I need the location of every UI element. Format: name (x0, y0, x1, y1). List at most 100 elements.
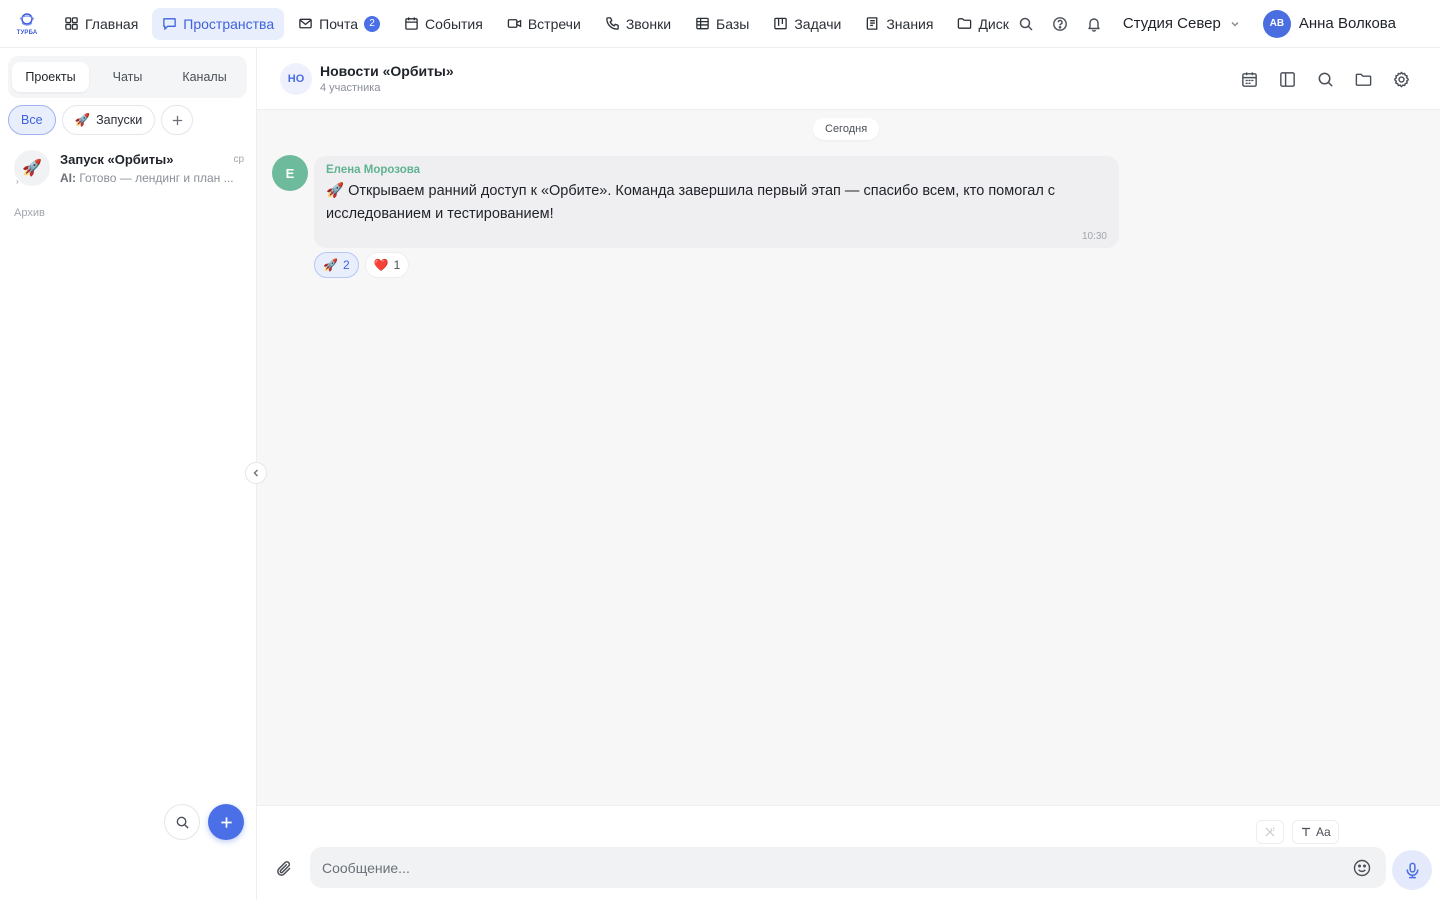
search-icon (1318, 72, 1333, 87)
filter-chips: Все 🚀 Запуски (8, 105, 194, 135)
user-menu[interactable]: АВ Анна Волкова (1262, 9, 1396, 38)
app-logo[interactable]: ТУРБА (0, 0, 54, 48)
smile-icon (1353, 859, 1371, 876)
chat-list-item[interactable]: 🚀 › Запуск «Орбиты» ср AI: Готово — ленд… (8, 144, 250, 192)
nav-meetings[interactable]: Встречи (497, 8, 591, 40)
toggle-panel-button[interactable] (1270, 62, 1304, 96)
search-chats-button[interactable] (164, 804, 200, 840)
help-button[interactable] (1043, 7, 1077, 41)
sidebar-panel-icon (1279, 71, 1295, 87)
chat-name: Запуск «Орбиты» (60, 151, 174, 167)
grid-icon (65, 17, 78, 30)
chat-preview: AI: Готово — лендинг и план ... (60, 171, 244, 185)
composer-format-tools: Aa (1256, 820, 1339, 844)
nav-knowledge[interactable]: Знания (855, 8, 943, 40)
chat-time: ср (233, 153, 244, 165)
message-author[interactable]: Елена Морозова (326, 164, 1107, 176)
collapse-sidebar-button[interactable] (245, 462, 267, 484)
nav-label: Задачи (794, 15, 842, 32)
nav-calls[interactable]: Звонки (595, 8, 681, 40)
filter-chip-launches[interactable]: 🚀 Запуски (61, 105, 156, 135)
chat-title: Новости «Орбиты» (320, 63, 454, 79)
workspace-switcher[interactable]: Студия Север (1123, 15, 1241, 32)
message-list[interactable]: Сегодня Е Елена Морозова 🚀 Открываем ран… (257, 110, 1440, 806)
nav-label: События (425, 15, 483, 32)
text-format-button[interactable]: Aa (1292, 820, 1339, 844)
nav-label: Базы (716, 15, 750, 32)
global-search-button[interactable] (1009, 7, 1043, 41)
nav-home[interactable]: Главная (54, 8, 148, 40)
phone-icon (606, 17, 619, 30)
reaction-heart[interactable]: ❤️ 1 (364, 252, 410, 278)
chat-files-button[interactable] (1346, 62, 1380, 96)
tab-chats[interactable]: Чаты (89, 62, 166, 92)
ai-assist-button[interactable] (1256, 820, 1284, 844)
plus-icon (220, 816, 232, 828)
nav-label: Почта (319, 15, 359, 32)
calendar-icon (405, 17, 418, 30)
plus-icon (172, 115, 182, 125)
reaction-count: 1 (393, 258, 401, 272)
chat-calendar-button[interactable] (1232, 62, 1266, 96)
paperclip-icon (277, 861, 291, 876)
magic-wand-icon (1265, 827, 1275, 837)
book-icon (867, 17, 878, 30)
message-composer (310, 847, 1386, 888)
text-format-icon (1302, 827, 1310, 836)
chat-list-sidebar: Проекты Чаты Каналы Все 🚀 Запуски 🚀 › За… (0, 48, 257, 900)
folder-icon (1355, 73, 1371, 86)
archive-link[interactable]: Архив (14, 207, 45, 219)
chevron-down-icon (1231, 21, 1239, 27)
mail-unread-badge: 2 (364, 15, 381, 32)
microphone-icon (1406, 862, 1418, 878)
nav-mail[interactable]: Почта 2 (288, 8, 390, 40)
tab-projects[interactable]: Проекты (12, 62, 89, 92)
nav-label: Пространства (183, 15, 275, 32)
chat-settings-button[interactable] (1384, 62, 1418, 96)
message-time: 10:30 (1081, 231, 1107, 242)
nav-label: Главная (85, 15, 139, 32)
mail-icon (299, 18, 312, 29)
search-in-chat-button[interactable] (1308, 62, 1342, 96)
chat-member-count: 4 участника (320, 82, 381, 94)
reaction-rocket[interactable]: 🚀 2 (314, 252, 359, 278)
nav-tasks[interactable]: Задачи (763, 8, 851, 40)
nav-databases[interactable]: Базы (685, 8, 759, 40)
message-input[interactable] (322, 859, 1350, 876)
video-icon (507, 19, 522, 28)
add-filter-button[interactable] (161, 105, 194, 135)
help-icon (1052, 16, 1067, 31)
user-name: Анна Волкова (1298, 15, 1396, 32)
chat-bubble-icon (163, 18, 177, 30)
heart-icon: ❤️ (373, 258, 389, 272)
message-text: 🚀 Открываем ранний доступ к «Орбите». Ко… (326, 183, 1056, 222)
format-label: Aa (1316, 825, 1331, 839)
logo-text: ТУРБА (16, 30, 38, 36)
filter-chip-all[interactable]: Все (8, 105, 56, 135)
message-author-avatar[interactable]: Е (272, 155, 308, 191)
filter-chip-label: Запуски (96, 113, 143, 127)
attach-file-button[interactable] (268, 852, 302, 886)
rocket-icon: 🚀 (323, 258, 338, 272)
nav-events[interactable]: События (394, 8, 493, 40)
sidebar-actions (164, 804, 244, 840)
tab-channels[interactable]: Каналы (166, 62, 243, 92)
chat-preview-text: Готово — лендинг и план ... (79, 170, 234, 185)
chat-header: НО Новости «Орбиты» 4 участника (257, 48, 1440, 110)
nav-spaces[interactable]: Пространства (152, 7, 285, 40)
notifications-button[interactable] (1077, 7, 1111, 41)
emoji-picker-button[interactable] (1350, 856, 1374, 880)
reaction-count: 2 (342, 258, 350, 272)
voice-message-button[interactable] (1392, 850, 1432, 890)
message-bubble[interactable]: Елена Морозова 🚀 Открываем ранний доступ… (314, 156, 1119, 248)
nav-label: Диск (978, 15, 1009, 32)
chat-avatar: 🚀 › (14, 150, 50, 186)
folder-icon (958, 18, 972, 29)
user-avatar: АВ (1262, 9, 1291, 38)
new-chat-button[interactable] (208, 804, 244, 840)
workspace-name: Студия Север (1122, 15, 1221, 32)
chat-header-actions (1232, 62, 1418, 96)
kanban-icon (774, 17, 788, 30)
sidebar-tabs: Проекты Чаты Каналы (8, 56, 247, 98)
search-icon (176, 816, 189, 829)
